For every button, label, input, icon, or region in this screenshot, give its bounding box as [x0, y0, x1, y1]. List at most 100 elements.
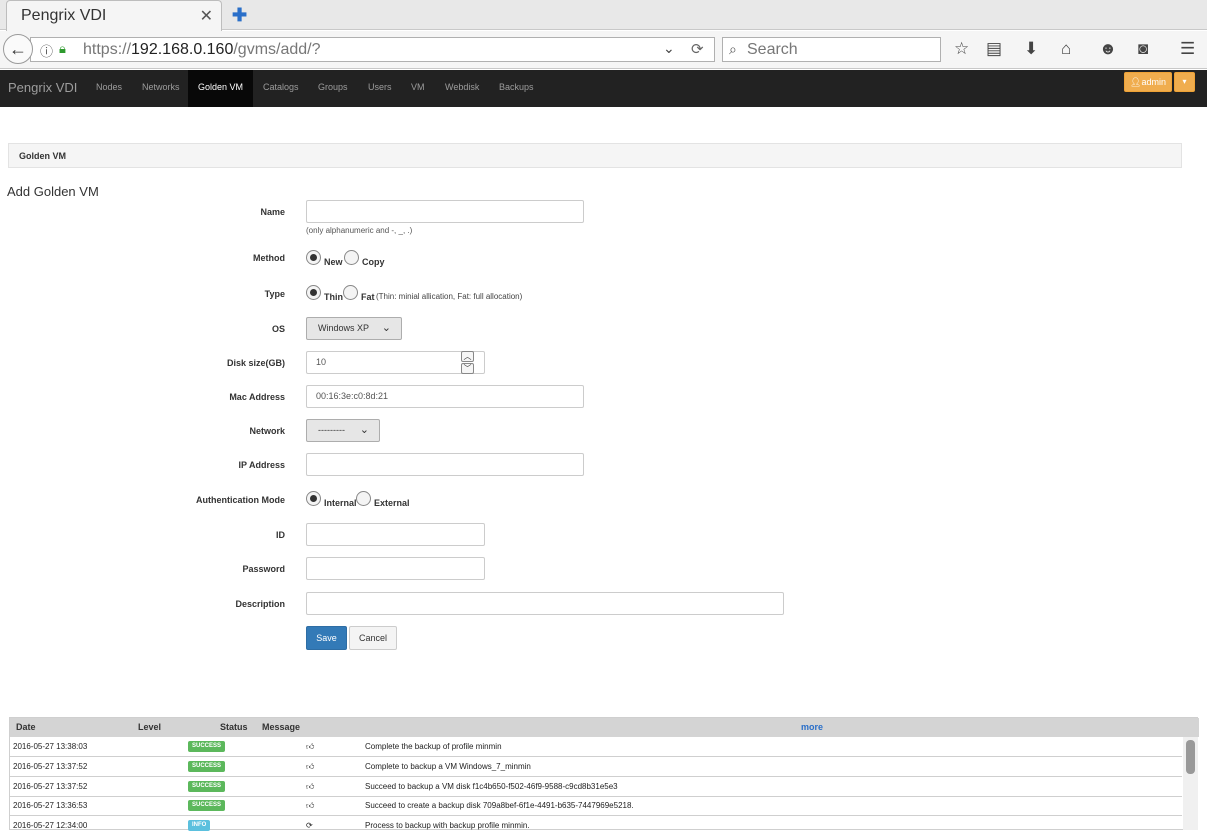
mac-address-label: Mac Address — [229, 392, 285, 402]
thumbs-up-icon: 👍︎ — [306, 762, 315, 771]
log-message: Succeed to create a backup disk 709a8bef… — [365, 801, 634, 810]
ip-address-label: IP Address — [238, 460, 285, 470]
type-thin-label: Thin — [324, 292, 343, 302]
mac-address-input[interactable]: 00:16:3e:c0:8d:21 — [306, 385, 584, 408]
network-label: Network — [249, 426, 285, 436]
chevron-down-icon[interactable]: ⌄ — [663, 40, 675, 57]
nav-item-webdisk[interactable]: Webdisk — [445, 82, 479, 92]
table-row: 2016-05-27 13:37:52 SUCCESS 👍︎ Complete … — [10, 757, 1182, 777]
nav-item-golden-vm[interactable]: Golden VM — [188, 70, 253, 107]
log-scrollbar[interactable] — [1183, 737, 1198, 830]
network-value: --------- — [318, 425, 345, 435]
url-bar[interactable]: ⓘ 🔒︎ https://192.168.0.160/gvms/add/? ⌄ … — [30, 37, 715, 62]
brand[interactable]: Pengrix VDI — [8, 80, 77, 95]
smiley-icon[interactable]: ☻ — [1099, 39, 1117, 59]
status-badge: SUCCESS — [188, 761, 226, 772]
method-new-label: New — [324, 257, 343, 267]
nav-item-backups[interactable]: Backups — [499, 82, 534, 92]
name-label: Name — [260, 207, 285, 217]
search-input[interactable]: ⌕ Search — [722, 37, 941, 62]
user-dropdown-toggle[interactable]: ▾ — [1174, 72, 1195, 92]
reading-list-icon[interactable]: ▤ — [986, 39, 1002, 59]
bookmark-star-icon[interactable]: ☆ — [954, 39, 969, 59]
browser-tab[interactable]: Pengrix VDI ✕ — [6, 0, 222, 31]
os-select[interactable]: Windows XP ⌄ — [306, 317, 402, 340]
more-link[interactable]: more — [801, 722, 823, 732]
log-header-message: Message — [262, 722, 301, 732]
pocket-icon[interactable]: ◙ — [1138, 39, 1148, 59]
auth-external-radio[interactable] — [356, 491, 371, 506]
method-copy-label: Copy — [362, 257, 385, 267]
log-date: 2016-05-27 12:34:00 — [13, 821, 88, 830]
log-message: Succeed to backup a VM disk f1c4b650-f50… — [365, 782, 618, 791]
reload-icon[interactable]: ⟳ — [691, 40, 704, 58]
url-text[interactable]: https://192.168.0.160/gvms/add/? — [83, 41, 321, 59]
status-badge: INFO — [188, 820, 211, 831]
name-input[interactable] — [306, 200, 584, 223]
log-message: Complete the backup of profile minmin — [365, 742, 502, 751]
close-icon[interactable]: ✕ — [200, 6, 213, 26]
type-label: Type — [264, 289, 285, 299]
type-thin-radio[interactable] — [306, 285, 321, 300]
method-new-radio[interactable] — [306, 250, 321, 265]
description-input[interactable] — [306, 592, 784, 615]
nav-item-users[interactable]: Users — [368, 82, 392, 92]
lock-icon[interactable]: 🔒︎ — [59, 41, 66, 57]
log-header-level: Level — [138, 722, 162, 732]
ip-address-input[interactable] — [306, 453, 584, 476]
home-icon[interactable]: ⌂ — [1061, 39, 1071, 59]
user-menu-button[interactable]: 👤︎admin — [1124, 72, 1172, 92]
cancel-button[interactable]: Cancel — [349, 626, 397, 650]
auth-mode-label: Authentication Mode — [196, 495, 285, 505]
back-button[interactable]: ← — [3, 34, 33, 64]
refresh-icon: ⟳ — [306, 821, 313, 830]
new-tab-icon[interactable]: ✚ — [232, 5, 247, 26]
network-select[interactable]: --------- ⌄ — [306, 419, 380, 442]
menu-icon[interactable]: ☰ — [1180, 39, 1195, 59]
method-label: Method — [253, 253, 285, 263]
id-input[interactable] — [306, 523, 485, 546]
type-fat-label: Fat — [361, 292, 375, 302]
user-name: admin — [1141, 77, 1166, 87]
tab-title: Pengrix VDI — [21, 7, 107, 24]
nav-item-networks[interactable]: Networks — [142, 82, 180, 92]
nav-item-nodes[interactable]: Nodes — [96, 82, 122, 92]
scroll-thumb[interactable] — [1186, 740, 1195, 774]
chevron-down-icon: ⌄ — [359, 424, 369, 436]
password-label: Password — [242, 564, 285, 574]
browser-toolbar: ⓘ 🔒︎ https://192.168.0.160/gvms/add/? ⌄ … — [0, 31, 1207, 69]
log-date: 2016-05-27 13:37:52 — [13, 782, 88, 791]
save-button[interactable]: Save — [306, 626, 347, 650]
download-icon[interactable]: ⬇ — [1024, 39, 1038, 59]
os-label: OS — [271, 324, 285, 334]
browser-tab-bar: Pengrix VDI ✕ ✚ — [0, 0, 1207, 31]
info-icon[interactable]: ⓘ — [40, 41, 53, 60]
status-badge: SUCCESS — [188, 781, 226, 792]
method-copy-radio[interactable] — [344, 250, 359, 265]
status-badge: SUCCESS — [188, 800, 226, 811]
log-header-date: Date — [16, 722, 36, 732]
password-input[interactable] — [306, 557, 485, 580]
log-header-status: Status — [220, 722, 248, 732]
thumbs-up-icon: 👍︎ — [306, 742, 315, 751]
table-row: 2016-05-27 12:34:00 INFO ⟳ Process to ba… — [10, 816, 1182, 836]
page-title: Add Golden VM — [7, 184, 99, 199]
log-date: 2016-05-27 13:37:52 — [13, 762, 88, 771]
type-note: (Thin: minial allication, Fat: full allo… — [376, 292, 523, 301]
spinner-up-icon[interactable]: ︿ — [461, 351, 474, 362]
nav-item-vm[interactable]: VM — [411, 82, 425, 92]
id-label: ID — [276, 530, 285, 540]
description-label: Description — [235, 599, 285, 609]
table-row: 2016-05-27 13:36:53 SUCCESS 👍︎ Succeed t… — [10, 796, 1182, 816]
nav-item-groups[interactable]: Groups — [318, 82, 348, 92]
os-value: Windows XP — [318, 323, 370, 333]
spinner-down-icon[interactable]: ﹀ — [461, 363, 474, 374]
auth-internal-radio[interactable] — [306, 491, 321, 506]
status-badge: SUCCESS — [188, 741, 226, 752]
auth-external-label: External — [374, 498, 410, 508]
chevron-down-icon: ⌄ — [381, 322, 391, 334]
disk-size-input[interactable]: 10 — [306, 351, 485, 374]
nav-item-catalogs[interactable]: Catalogs — [263, 82, 299, 92]
event-log-table: Date Level Status Message more 2016-05-2… — [9, 717, 1199, 831]
type-fat-radio[interactable] — [343, 285, 358, 300]
